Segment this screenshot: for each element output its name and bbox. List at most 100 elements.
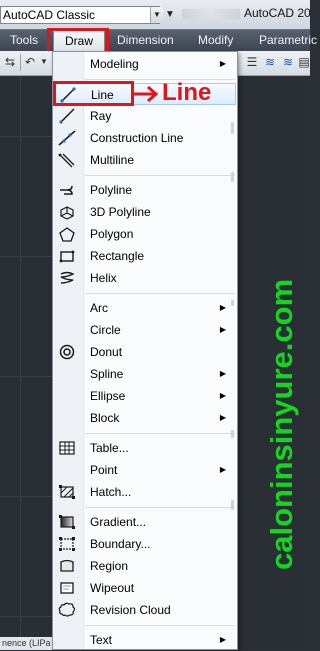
quick-access-dropdown-icon[interactable]: ▼ [163, 7, 177, 23]
menu-item-label: Block [90, 411, 120, 425]
properties-icon[interactable]: ☰ [244, 54, 260, 70]
menu-item-wipeout[interactable]: Wipeout [54, 577, 236, 599]
menu-draw[interactable]: Draw [53, 30, 105, 52]
menu-dimension[interactable]: Dimension [117, 30, 174, 52]
menu-item-label: Hatch... [90, 485, 132, 499]
rectangle-icon [58, 248, 76, 264]
menu-item-label: Point [90, 463, 118, 477]
menu-item-label: Multiline [90, 153, 135, 167]
menu-item-rectangle[interactable]: Rectangle [54, 245, 236, 267]
ray-icon [58, 108, 76, 124]
menu-item-label: Arc [90, 301, 108, 315]
workspace-dropdown[interactable]: AutoCAD Classic [0, 6, 160, 24]
title-bar-faded-area [182, 9, 240, 19]
menu-item-label: Table... [90, 441, 129, 455]
menu-item-polyline[interactable]: Polyline [54, 179, 236, 201]
menu-item-label: Wipeout [90, 581, 135, 595]
menu-separator [85, 293, 235, 294]
menu-item-label: 3D Polyline [90, 205, 151, 219]
menu-item-label: Text [90, 633, 113, 647]
menu-item-3d-polyline[interactable]: 3D Polyline [54, 201, 236, 223]
callout-arrow-icon [134, 85, 159, 103]
menu-item-label: Rectangle [90, 249, 145, 263]
menu-item-helix[interactable]: Helix [54, 267, 236, 289]
submenu-arrow-icon: ▶ [219, 59, 226, 68]
polyline-icon [58, 182, 76, 198]
menu-item-region[interactable]: Region [54, 555, 236, 577]
submenu-arrow-icon: ▶ [219, 303, 226, 312]
gradient-icon [58, 514, 76, 530]
revision-cloud-icon [58, 602, 76, 618]
menu-separator [85, 433, 235, 434]
menu-item-block[interactable]: Block ▶ [54, 407, 236, 429]
wipeout-icon [58, 580, 76, 596]
menu-item-label: Polyline [90, 183, 133, 197]
line-icon [59, 87, 77, 103]
menu-item-polygon[interactable]: Polygon [54, 223, 236, 245]
menu-item-label: Helix [90, 271, 117, 285]
layer-icon[interactable]: ≋ [262, 54, 278, 70]
menu-separator [85, 507, 235, 508]
menu-item-text[interactable]: Text ▶ [54, 629, 236, 651]
workspace-bar: AutoCAD Classic ▼ ▼ AutoCAD 20 [0, 0, 311, 30]
menu-item-label: Modeling [90, 57, 139, 71]
menu-item-construction-line[interactable]: Construction Line [54, 127, 236, 149]
menu-item-revision-cloud[interactable]: Revision Cloud [54, 599, 236, 621]
menu-separator [85, 79, 235, 80]
menu-item-label: Construction Line [90, 131, 184, 145]
watermark: caloninsinyure.com [264, 278, 299, 570]
menu-item-label: Circle [90, 323, 121, 337]
menu-item-label: Line [91, 88, 114, 102]
submenu-arrow-icon: ▶ [219, 465, 226, 474]
menu-item-boundary[interactable]: Boundary... [54, 533, 236, 555]
3d-polyline-icon [58, 204, 76, 220]
multiline-icon [58, 152, 76, 168]
menu-item-ray[interactable]: Ray [54, 105, 236, 127]
pan-icon[interactable]: ⇆ [2, 54, 18, 70]
submenu-arrow-icon: ▶ [219, 391, 226, 400]
menu-bar: Tools Draw Dimension Modify Parametric [0, 29, 317, 52]
region-icon [58, 558, 76, 574]
helix-icon [58, 270, 76, 286]
menu-item-arc[interactable]: Arc ▶ [54, 297, 236, 319]
menu-item-gradient[interactable]: Gradient... [54, 511, 236, 533]
menu-separator [85, 625, 235, 626]
menu-item-label: Polygon [90, 227, 134, 241]
submenu-arrow-icon: ▶ [219, 325, 226, 334]
layer-states-icon[interactable]: ≋ [280, 54, 296, 70]
menu-parametric[interactable]: Parametric [259, 30, 317, 52]
submenu-arrow-icon: ▶ [219, 369, 226, 378]
menu-item-label: Spline [90, 367, 124, 381]
table-icon [58, 440, 76, 456]
menu-item-table[interactable]: Table... [54, 437, 236, 459]
menu-item-label: Gradient... [90, 515, 147, 529]
menu-item-label: Ellipse [90, 389, 126, 403]
menu-item-donut[interactable]: Donut [54, 341, 236, 363]
menu-item-circle[interactable]: Circle ▶ [54, 319, 236, 341]
polygon-icon [58, 226, 76, 242]
menu-item-hatch[interactable]: Hatch... [54, 481, 236, 503]
workspace-dropdown-value: AutoCAD Classic [3, 8, 96, 22]
menu-item-label: Ray [90, 109, 112, 123]
menu-item-point[interactable]: Point ▶ [54, 459, 236, 481]
menu-item-ellipse[interactable]: Ellipse ▶ [54, 385, 236, 407]
draw-dropdown-menu: Modeling ▶ Line Ray Construction Line Multili… [52, 51, 238, 650]
layer-manager-icon[interactable]: ▤ [296, 54, 312, 70]
menu-item-spline[interactable]: Spline ▶ [54, 363, 236, 385]
menu-item-multiline[interactable]: Multiline [54, 149, 236, 171]
menu-modify[interactable]: Modify [198, 30, 233, 52]
callout-label: Line [162, 79, 212, 106]
boundary-icon [58, 536, 76, 552]
undo-dropdown-icon[interactable]: ▼ [36, 54, 52, 70]
chevron-down-icon[interactable]: ▼ [150, 7, 163, 23]
hatch-icon [58, 484, 76, 500]
menu-item-label: Region [90, 559, 129, 573]
menu-item-modeling[interactable]: Modeling ▶ [54, 53, 236, 75]
menu-item-label: Boundary... [90, 537, 151, 551]
donut-icon [58, 344, 76, 360]
menu-item-label: Revision Cloud [90, 603, 171, 617]
app-title: AutoCAD 20 [244, 6, 311, 20]
submenu-arrow-icon: ▶ [219, 413, 226, 422]
construction-line-icon [58, 130, 76, 146]
menu-tools[interactable]: Tools [10, 30, 38, 52]
